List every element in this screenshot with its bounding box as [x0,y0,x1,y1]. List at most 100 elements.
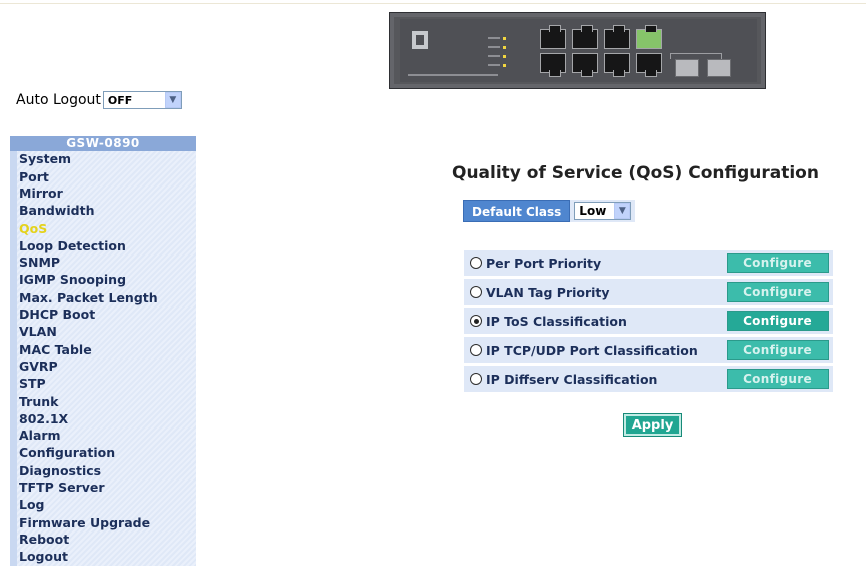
sidebar-item-firmware-upgrade[interactable]: Firmware Upgrade [10,514,196,532]
sidebar-item-label: Log [19,497,45,513]
radio-icon[interactable] [470,344,482,356]
chevron-down-icon[interactable]: ▼ [614,203,631,219]
sidebar-item-label: TFTP Server [19,480,105,496]
sidebar-item-marker [10,237,17,255]
configure-button[interactable]: Configure [726,340,829,360]
sidebar-item-marker [10,375,17,394]
sidebar-item-trunk[interactable]: Trunk [10,393,196,411]
sidebar-item-label: Logout [19,549,68,565]
auto-logout-label: Auto Logout [16,92,101,108]
sidebar-item-label: Diagnostics [19,462,102,478]
configure-button[interactable]: Configure [726,282,829,302]
sidebar-item-vlan[interactable]: VLAN [10,323,196,342]
qos-option-button-cell: Configure [722,279,833,305]
sidebar-item-marker [10,202,17,221]
sidebar-item-label: STP [19,376,46,392]
sidebar-item-log[interactable]: Log [10,496,196,515]
sidebar-item-loop-detection[interactable]: Loop Detection [10,237,196,255]
sidebar-item-mac-table[interactable]: MAC Table [10,341,196,359]
rj45-port [572,25,598,49]
qos-option-row: IP TCP/UDP Port Classification Configure [464,337,833,363]
radio-icon[interactable] [470,373,482,385]
radio-icon[interactable] [470,286,482,298]
sidebar-item-marker [10,289,17,307]
chevron-down-icon[interactable]: ▼ [164,92,181,108]
sidebar-item-port[interactable]: Port [10,168,196,186]
configure-button[interactable]: Configure [726,311,829,331]
sidebar-item-label: 802.1X [19,410,69,426]
qos-option-label-cell: IP TCP/UDP Port Classification [464,337,722,363]
auto-logout-select[interactable]: OFF ▼ [102,91,182,109]
switch-device-image [389,12,766,89]
radio-icon[interactable] [470,315,482,327]
sidebar-item-tftp-server[interactable]: TFTP Server [10,479,196,497]
sidebar-item-marker [10,393,17,411]
sidebar-item-802-1x[interactable]: 802.1X [10,410,196,428]
sidebar-item-reboot[interactable]: Reboot [10,531,196,549]
sidebar-item-label: SNMP [19,255,61,271]
led-text [488,64,500,66]
sidebar-item-label: Port [19,168,49,184]
qos-option-label: IP Diffserv Classification [486,371,658,387]
sidebar-menu: GSW-0890 System Port Mirror Bandwidth QoS Loo… [10,136,196,566]
sidebar-item-mirror[interactable]: Mirror [10,185,196,203]
sidebar-item-marker [10,168,17,186]
sidebar-item-marker [10,272,17,290]
qos-option-label-cell: IP ToS Classification [464,308,722,334]
sidebar-item-label: Configuration [19,445,116,461]
sidebar-item-marker [10,548,17,566]
sidebar-item-max-packet-length[interactable]: Max. Packet Length [10,289,196,307]
sidebar-item-marker [10,531,17,549]
sidebar-item-label: Reboot [19,531,70,547]
rj45-port [540,25,566,49]
sidebar-item-label: Firmware Upgrade [19,514,151,530]
device-front-panel [400,19,757,82]
sidebar-item-label: GVRP [19,358,58,374]
default-class: Default Class Low ▼ [463,200,636,222]
sidebar-item-alarm[interactable]: Alarm [10,427,196,446]
rj45-port [636,25,662,49]
sidebar-item-configuration[interactable]: Configuration [10,445,196,463]
led-indicator [503,46,506,49]
rj45-port [604,25,630,49]
radio-icon[interactable] [470,257,482,269]
sidebar-item-system[interactable]: System [10,151,196,169]
qos-option-button-cell: Configure [722,366,833,392]
qos-options-table: Per Port Priority Configure VLAN Tag Prior… [464,250,833,395]
sidebar-item-snmp[interactable]: SNMP [10,254,196,273]
default-class-label: Default Class [463,200,571,222]
sidebar-item-marker [10,220,17,238]
sidebar-item-label: Trunk [19,393,59,409]
configure-button[interactable]: Configure [726,369,829,389]
sidebar-item-qos[interactable]: QoS [10,220,196,238]
sidebar-item-bandwidth[interactable]: Bandwidth [10,202,196,221]
qos-option-label-cell: Per Port Priority [464,250,722,276]
sidebar-item-label: QoS [19,220,48,236]
sidebar-item-marker [10,462,17,480]
led-indicator [503,55,506,58]
qos-option-row: Per Port Priority Configure [464,250,833,276]
rj45-port [540,53,566,77]
sidebar-item-marker [10,151,17,169]
sidebar-item-logout[interactable]: Logout [10,548,196,566]
rj45-port [636,53,662,77]
sidebar-item-label: Bandwidth [19,203,95,219]
default-class-select[interactable]: Low ▼ [574,202,632,220]
sidebar-item-marker [10,479,17,497]
sidebar-item-marker [10,254,17,273]
led-text [488,55,500,57]
sidebar-item-igmp-snooping[interactable]: IGMP Snooping [10,272,196,290]
apply-button[interactable]: Apply [623,413,682,437]
rj45-port [572,53,598,77]
configure-button[interactable]: Configure [726,253,829,273]
qos-option-row: IP Diffserv Classification Configure [464,366,833,392]
sidebar-item-diagnostics[interactable]: Diagnostics [10,462,196,480]
rj45-port [604,53,630,77]
device-model-text [408,74,498,76]
levelone-logo [412,31,428,49]
sidebar-item-stp[interactable]: STP [10,375,196,394]
sidebar-item-dhcp-boot[interactable]: DHCP Boot [10,306,196,324]
sidebar-item-label: Loop Detection [19,237,126,253]
sidebar-item-gvrp[interactable]: GVRP [10,358,196,376]
sidebar-item-label: Max. Packet Length [19,289,158,305]
